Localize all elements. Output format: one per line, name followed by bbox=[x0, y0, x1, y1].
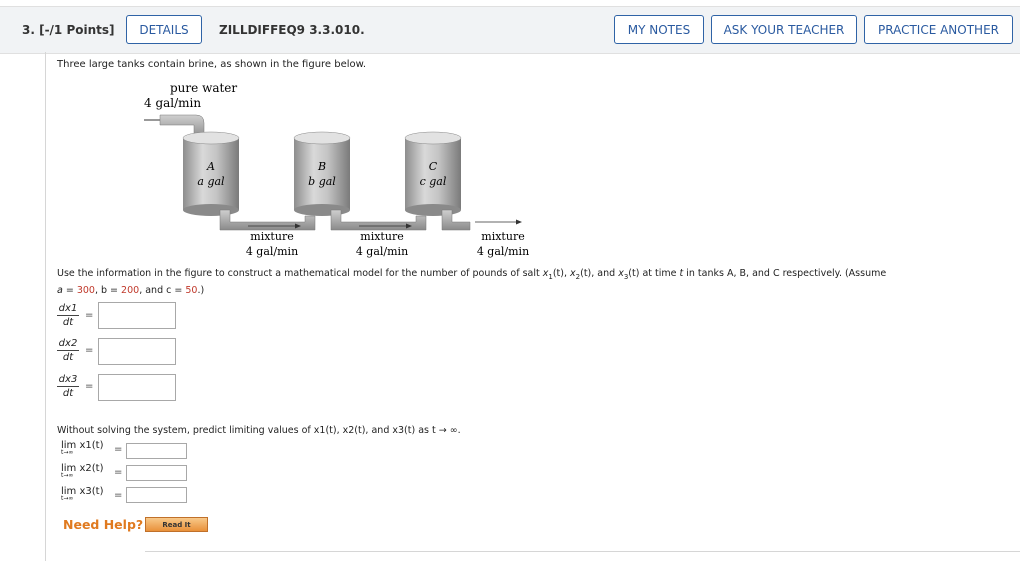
limits-prompt: Without solving the system, predict limi… bbox=[57, 425, 461, 436]
tank-a: A a gal bbox=[182, 131, 240, 216]
dx2-dt-input[interactable] bbox=[98, 338, 176, 365]
outflow-arrow-icon bbox=[516, 219, 522, 225]
flow-3-label: mixture bbox=[481, 230, 524, 243]
question-header: 3. [-/1 Points] DETAILS ZILLDIFFEQ9 3.3.… bbox=[0, 6, 1020, 54]
limit-2-label: lim x2(t) t→∞ bbox=[61, 463, 104, 479]
read-it-button[interactable]: Read It bbox=[145, 517, 208, 532]
derivative-3-label: dx3 dt bbox=[57, 374, 79, 399]
tank-c-name: C bbox=[429, 160, 438, 173]
tank-b: B b gal bbox=[293, 131, 351, 216]
equals-sign: = bbox=[85, 381, 94, 392]
intro-text: Three large tanks contain brine, as show… bbox=[57, 59, 367, 70]
ask-teacher-button[interactable]: ASK YOUR TEACHER bbox=[711, 15, 857, 44]
limit-x1-input[interactable] bbox=[126, 443, 187, 459]
equals-sign: = bbox=[114, 444, 123, 455]
tank-b-volume: b gal bbox=[308, 175, 336, 188]
details-button[interactable]: DETAILS bbox=[126, 15, 202, 44]
value-c: 50 bbox=[185, 284, 198, 296]
flow-1-label: mixture bbox=[250, 230, 293, 243]
my-notes-button[interactable]: MY NOTES bbox=[614, 15, 704, 44]
problem-code: ZILLDIFFEQ9 3.3.010. bbox=[219, 23, 365, 37]
value-b: 200 bbox=[121, 284, 140, 296]
question-points: 3. [-/1 Points] bbox=[22, 23, 115, 37]
flow-1-rate: 4 gal/min bbox=[246, 245, 298, 258]
tank-c-volume: c gal bbox=[420, 175, 447, 188]
value-a: 300 bbox=[76, 284, 95, 296]
practice-another-button[interactable]: PRACTICE ANOTHER bbox=[864, 15, 1013, 44]
equals-sign: = bbox=[85, 345, 94, 356]
dx1-dt-input[interactable] bbox=[98, 302, 176, 329]
equals-sign: = bbox=[114, 490, 123, 501]
limit-1-label: lim x1(t) t→∞ bbox=[61, 440, 104, 456]
need-help-label: Need Help? bbox=[63, 517, 144, 532]
limit-3-label: lim x3(t) t→∞ bbox=[61, 486, 104, 502]
derivative-2-label: dx2 dt bbox=[57, 338, 79, 363]
tank-a-volume: a gal bbox=[197, 175, 225, 188]
equals-sign: = bbox=[85, 310, 94, 321]
flow-3-rate: 4 gal/min bbox=[477, 245, 529, 258]
tank-c: C c gal bbox=[404, 131, 462, 216]
tanks-figure: pure water 4 gal/min A a gal B b gal C c… bbox=[144, 81, 529, 258]
instructions-text: Use the information in the figure to con… bbox=[57, 268, 887, 296]
inlet-label: pure water bbox=[170, 81, 237, 95]
limit-x3-input[interactable] bbox=[126, 487, 187, 503]
limit-x2-input[interactable] bbox=[126, 465, 187, 481]
tank-a-name: A bbox=[206, 160, 215, 173]
derivative-1-label: dx1 dt bbox=[57, 303, 79, 328]
dx3-dt-input[interactable] bbox=[98, 374, 176, 401]
equals-sign: = bbox=[114, 467, 123, 478]
divider bbox=[145, 551, 1020, 552]
flow-2-label: mixture bbox=[360, 230, 403, 243]
flow-2-rate: 4 gal/min bbox=[356, 245, 408, 258]
tank-b-name: B bbox=[317, 160, 326, 173]
inlet-rate: 4 gal/min bbox=[144, 96, 201, 110]
